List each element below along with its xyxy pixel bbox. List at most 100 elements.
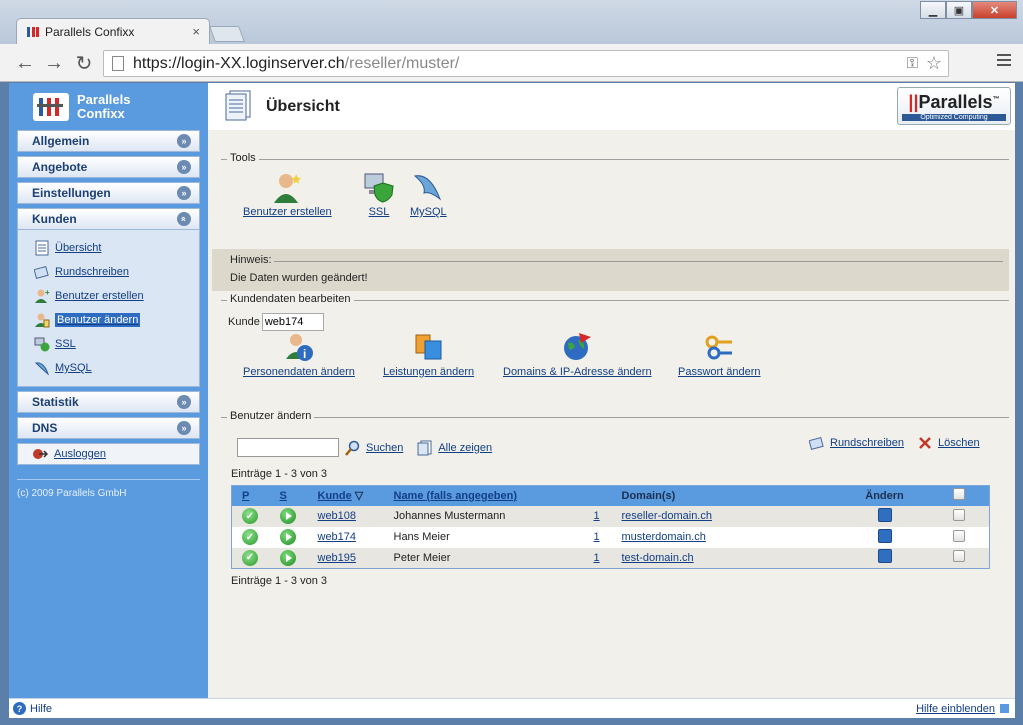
- sidebar-item-mysql[interactable]: MySQL: [34, 356, 199, 380]
- search-icon: [345, 440, 361, 456]
- help-link[interactable]: ? Hilfe: [13, 702, 52, 715]
- address-bar[interactable]: https://login-XX.loginserver.ch/reseller…: [103, 50, 949, 77]
- col-s-label: S: [279, 489, 287, 502]
- browser-tab[interactable]: Parallels Confixx ×: [16, 18, 210, 44]
- domain-link[interactable]: musterdomain.ch: [622, 531, 706, 543]
- domain-link[interactable]: reseller-domain.ch: [622, 510, 712, 522]
- status-ok-icon: ✓: [242, 529, 258, 545]
- col-name-header[interactable]: Name (falls angegeben): [383, 485, 584, 506]
- nav-section-kunden[interactable]: Kunden «: [17, 208, 200, 230]
- logout-link[interactable]: Ausloggen: [17, 443, 200, 465]
- delete-button[interactable]: Löschen: [917, 435, 980, 451]
- sidebar-item-rundschreiben[interactable]: Rundschreiben: [34, 260, 199, 284]
- back-button[interactable]: ←: [14, 52, 36, 74]
- minimize-button[interactable]: ▁: [920, 1, 946, 19]
- kunde-row: Kunde: [228, 313, 324, 331]
- action-personendaten[interactable]: i Personendaten ändern: [243, 331, 355, 378]
- tab-close-icon[interactable]: ×: [192, 24, 200, 39]
- user-edit-icon: [34, 312, 50, 328]
- kunde-field[interactable]: [261, 313, 324, 331]
- edit-icon[interactable]: [877, 507, 892, 522]
- nav-section-angebote[interactable]: Angebote »: [17, 156, 200, 178]
- sidebar-item-ssl[interactable]: SSL: [34, 332, 199, 356]
- nav-section-label: Kunden: [32, 212, 77, 226]
- logout-label: Ausloggen: [54, 448, 106, 460]
- delete-icon: [917, 435, 933, 451]
- page: Parallels Confixx Allgemein » Angebote »…: [9, 83, 1015, 718]
- play-icon[interactable]: [279, 529, 296, 545]
- sidebar-item-label: Rundschreiben: [55, 266, 129, 278]
- action-domains[interactable]: Domains & IP-Adresse ändern: [503, 331, 652, 378]
- sidebar-divider: [17, 479, 200, 480]
- show-all-label: Alle zeigen: [438, 441, 493, 454]
- sidebar-item-label: Benutzer ändern: [55, 313, 141, 327]
- nav-section-statistik[interactable]: Statistik »: [17, 391, 200, 413]
- key-icon[interactable]: ⚿: [907, 55, 918, 72]
- close-window-button[interactable]: ✕: [972, 1, 1017, 19]
- kunde-link[interactable]: web108: [318, 510, 357, 522]
- nav-section-label: Einstellungen: [32, 186, 111, 200]
- kunde-link[interactable]: web174: [318, 531, 357, 543]
- tool-ssl[interactable]: SSL: [362, 171, 396, 218]
- tool-label: Benutzer erstellen: [243, 206, 332, 218]
- row-checkbox[interactable]: [953, 529, 966, 542]
- select-all-checkbox[interactable]: [953, 488, 966, 501]
- tool-mysql[interactable]: MySQL: [410, 171, 447, 218]
- window-controls: ▁ ▣ ✕: [920, 1, 1017, 19]
- brand-subtitle: Optimized Computing: [902, 114, 1006, 121]
- nav-section-allgemein[interactable]: Allgemein »: [17, 130, 200, 152]
- svg-text:+: +: [45, 288, 50, 297]
- bookmark-star-icon[interactable]: ☆: [926, 53, 942, 74]
- play-icon[interactable]: [279, 508, 296, 524]
- row-checkbox[interactable]: [953, 508, 966, 521]
- services-icon: [412, 331, 446, 363]
- newsletter-button[interactable]: Rundschreiben: [809, 435, 904, 451]
- sidebar-item-benutzer-aendern[interactable]: Benutzer ändern: [34, 308, 199, 332]
- entries-count-bottom: Einträge 1 - 3 von 3: [231, 575, 328, 587]
- users-table: P S Kunde ▽ Name (falls angegeben) Domai…: [231, 485, 990, 569]
- action-label: Leistungen ändern: [383, 366, 475, 378]
- main-content: Übersicht ||Parallels™ Optimized Computi…: [208, 83, 1015, 718]
- show-help-link[interactable]: Hilfe einblenden: [916, 703, 1009, 715]
- action-passwort[interactable]: Passwort ändern: [678, 331, 761, 378]
- col-count-header: [583, 485, 612, 506]
- action-leistungen[interactable]: Leistungen ändern: [383, 331, 474, 378]
- domain-count-link[interactable]: 1: [594, 552, 600, 564]
- row-checkbox[interactable]: [953, 550, 966, 563]
- new-tab-button[interactable]: [209, 26, 245, 42]
- domain-link[interactable]: test-domain.ch: [622, 552, 694, 564]
- kunden-submenu: Übersicht Rundschreiben + Benutzer erste…: [17, 230, 200, 387]
- sidebar-item-benutzer-erstellen[interactable]: + Benutzer erstellen: [34, 284, 199, 308]
- browser-menu-icon[interactable]: [997, 54, 1011, 68]
- nav-section-label: Statistik: [32, 395, 79, 409]
- col-aendern-header: Ändern: [839, 485, 930, 506]
- kunde-link[interactable]: web195: [318, 552, 357, 564]
- overview-icon: [224, 89, 254, 124]
- col-name-label: Name (falls angegeben): [393, 489, 517, 502]
- logo-line2: Confixx: [77, 105, 125, 121]
- tool-benutzer-erstellen[interactable]: Benutzer erstellen: [243, 171, 332, 218]
- nav-section-dns[interactable]: DNS »: [17, 417, 200, 439]
- edit-icon[interactable]: [877, 549, 892, 564]
- nav-section-einstellungen[interactable]: Einstellungen »: [17, 182, 200, 204]
- col-s-header[interactable]: S: [269, 485, 308, 506]
- search-button[interactable]: Suchen: [345, 440, 403, 456]
- domain-count-link[interactable]: 1: [594, 531, 600, 543]
- play-icon[interactable]: [279, 549, 296, 566]
- reload-button[interactable]: ↻: [73, 52, 95, 75]
- show-all-button[interactable]: Alle zeigen: [417, 440, 492, 456]
- maximize-button[interactable]: ▣: [946, 1, 972, 19]
- tools-legend: Tools: [227, 152, 259, 164]
- newsletter-icon: [809, 435, 825, 451]
- col-p-header[interactable]: P: [231, 485, 270, 506]
- search-input[interactable]: [237, 438, 339, 457]
- action-label: Domains & IP-Adresse ändern: [503, 366, 652, 378]
- footer-bar: ? Hilfe Hilfe einblenden: [9, 698, 1015, 718]
- domain-count-link[interactable]: 1: [594, 510, 600, 522]
- sidebar-item-uebersicht[interactable]: Übersicht: [34, 236, 199, 260]
- forward-button[interactable]: →: [43, 52, 65, 74]
- status-ok-icon: ✓: [242, 508, 258, 524]
- col-kunde-header[interactable]: Kunde ▽: [307, 485, 384, 506]
- help-icon: ?: [13, 702, 26, 715]
- edit-icon[interactable]: [877, 528, 892, 543]
